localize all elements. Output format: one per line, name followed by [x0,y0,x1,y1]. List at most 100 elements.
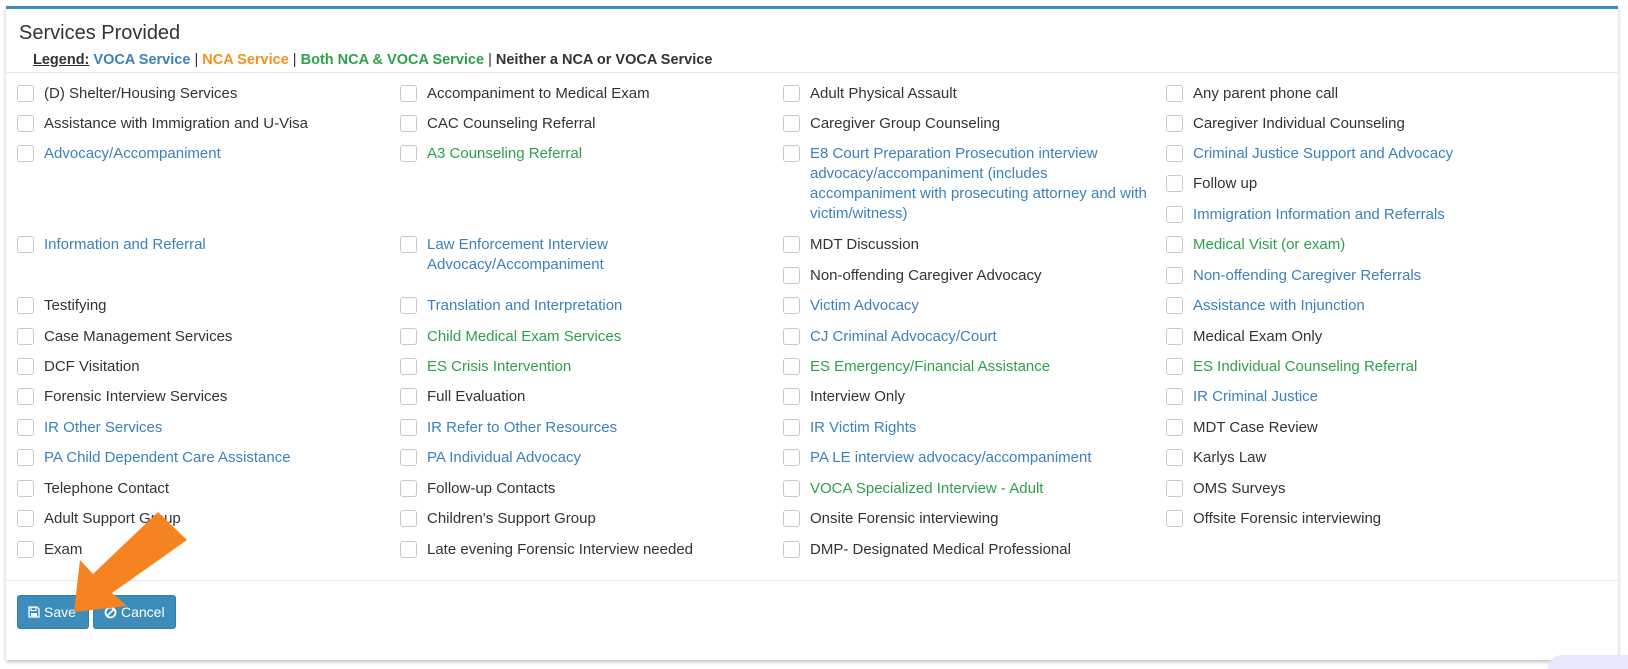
service-checkbox-item[interactable]: Forensic Interview Services [17,387,377,407]
checkbox[interactable] [1166,236,1183,253]
service-checkbox-item[interactable]: Adult Support Group [17,509,377,529]
service-checkbox-item[interactable]: Immigration Information and Referrals [1166,205,1566,225]
service-checkbox-item[interactable]: Testifying [17,296,377,316]
checkbox[interactable] [783,267,800,284]
service-checkbox-item[interactable]: PA Child Dependent Care Assistance [17,448,377,468]
checkbox[interactable] [783,358,800,375]
checkbox[interactable] [17,145,34,162]
checkbox[interactable] [783,115,800,132]
checkbox[interactable] [17,449,34,466]
checkbox[interactable] [400,145,417,162]
service-checkbox-item[interactable]: Advocacy/Accompaniment [17,144,377,164]
checkbox[interactable] [400,419,417,436]
service-checkbox-item[interactable]: Law Enforcement Interview Advocacy/Accom… [400,235,760,275]
checkbox[interactable] [400,328,417,345]
checkbox[interactable] [1166,85,1183,102]
service-checkbox-item[interactable]: Caregiver Group Counseling [783,114,1153,134]
service-checkbox-item[interactable]: Adult Physical Assault [783,84,1153,104]
checkbox[interactable] [783,480,800,497]
checkbox[interactable] [783,328,800,345]
checkbox[interactable] [783,85,800,102]
service-checkbox-item[interactable]: Accompaniment to Medical Exam [400,84,760,104]
checkbox[interactable] [1166,480,1183,497]
service-checkbox-item[interactable]: DMP- Designated Medical Professional [783,540,1153,560]
checkbox[interactable] [17,541,34,558]
checkbox[interactable] [783,297,800,314]
service-checkbox-item[interactable]: VOCA Specialized Interview - Adult [783,479,1153,499]
service-checkbox-item[interactable]: DCF Visitation [17,357,377,377]
service-checkbox-item[interactable]: IR Refer to Other Resources [400,418,760,438]
service-checkbox-item[interactable]: Children's Support Group [400,509,760,529]
service-checkbox-item[interactable]: Child Medical Exam Services [400,327,760,347]
checkbox[interactable] [1166,115,1183,132]
checkbox[interactable] [783,419,800,436]
service-checkbox-item[interactable]: Assistance with Immigration and U-Visa [17,114,377,134]
service-checkbox-item[interactable]: Medical Visit (or exam) [1166,235,1566,255]
service-checkbox-item[interactable]: CJ Criminal Advocacy/Court [783,327,1153,347]
checkbox[interactable] [1166,510,1183,527]
service-checkbox-item[interactable]: OMS Surveys [1166,479,1566,499]
service-checkbox-item[interactable]: IR Victim Rights [783,418,1153,438]
service-checkbox-item[interactable]: Follow-up Contacts [400,479,760,499]
checkbox[interactable] [400,449,417,466]
service-checkbox-item[interactable]: Assistance with Injunction [1166,296,1566,316]
checkbox[interactable] [17,297,34,314]
checkbox[interactable] [400,358,417,375]
cancel-button[interactable]: Cancel [93,595,176,629]
service-checkbox-item[interactable]: Exam [17,540,377,560]
service-checkbox-item[interactable]: CAC Counseling Referral [400,114,760,134]
service-checkbox-item[interactable]: Follow up [1166,174,1566,194]
checkbox[interactable] [17,480,34,497]
checkbox[interactable] [783,510,800,527]
service-checkbox-item[interactable]: Translation and Interpretation [400,296,760,316]
checkbox[interactable] [400,510,417,527]
checkbox[interactable] [400,541,417,558]
service-checkbox-item[interactable]: Criminal Justice Support and Advocacy [1166,144,1566,164]
service-checkbox-item[interactable]: Karlys Law [1166,448,1566,468]
checkbox[interactable] [17,328,34,345]
checkbox[interactable] [1166,358,1183,375]
checkbox[interactable] [17,236,34,253]
service-checkbox-item[interactable]: Full Evaluation [400,387,760,407]
checkbox[interactable] [1166,328,1183,345]
service-checkbox-item[interactable]: IR Other Services [17,418,377,438]
service-checkbox-item[interactable]: MDT Discussion [783,235,1153,255]
checkbox[interactable] [17,358,34,375]
checkbox[interactable] [783,541,800,558]
checkbox[interactable] [400,115,417,132]
checkbox[interactable] [783,236,800,253]
checkbox[interactable] [400,297,417,314]
checkbox[interactable] [783,388,800,405]
checkbox[interactable] [17,115,34,132]
service-checkbox-item[interactable]: PA LE interview advocacy/accompaniment [783,448,1153,468]
checkbox[interactable] [1166,145,1183,162]
service-checkbox-item[interactable]: Non-offending Caregiver Advocacy [783,266,1153,286]
service-checkbox-item[interactable]: A3 Counseling Referral [400,144,760,164]
checkbox[interactable] [17,85,34,102]
service-checkbox-item[interactable]: Late evening Forensic Interview needed [400,540,760,560]
service-checkbox-item[interactable]: ES Emergency/Financial Assistance [783,357,1153,377]
checkbox[interactable] [1166,206,1183,223]
service-checkbox-item[interactable]: Caregiver Individual Counseling [1166,114,1566,134]
service-checkbox-item[interactable]: Any parent phone call [1166,84,1566,104]
checkbox[interactable] [1166,449,1183,466]
save-button[interactable]: Save [17,595,89,629]
checkbox[interactable] [1166,267,1183,284]
service-checkbox-item[interactable]: Offsite Forensic interviewing [1166,509,1566,529]
service-checkbox-item[interactable]: IR Criminal Justice [1166,387,1566,407]
service-checkbox-item[interactable]: Victim Advocacy [783,296,1153,316]
checkbox[interactable] [17,388,34,405]
service-checkbox-item[interactable]: Interview Only [783,387,1153,407]
checkbox[interactable] [400,480,417,497]
service-checkbox-item[interactable]: Telephone Contact [17,479,377,499]
checkbox[interactable] [17,510,34,527]
checkbox[interactable] [400,236,417,253]
service-checkbox-item[interactable]: Non-offending Caregiver Referrals [1166,266,1566,286]
service-checkbox-item[interactable]: (D) Shelter/Housing Services [17,84,377,104]
checkbox[interactable] [783,145,800,162]
checkbox[interactable] [783,449,800,466]
checkbox[interactable] [400,388,417,405]
checkbox[interactable] [1166,388,1183,405]
service-checkbox-item[interactable]: Information and Referral [17,235,377,255]
service-checkbox-item[interactable]: ES Crisis Intervention [400,357,760,377]
